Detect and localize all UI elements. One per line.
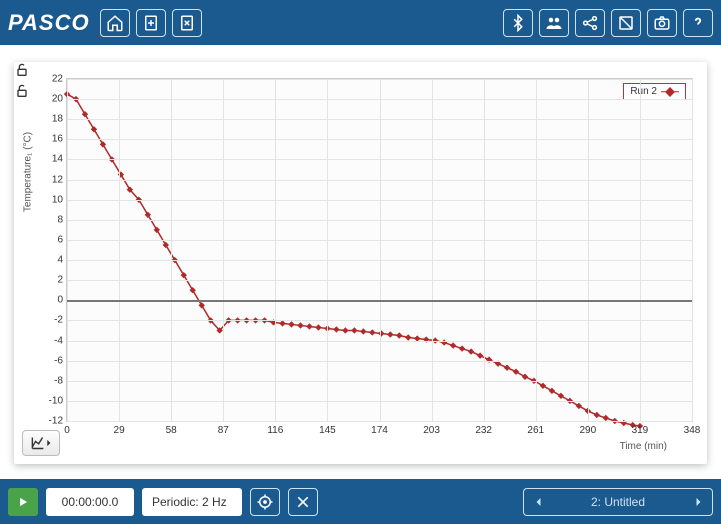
record-button[interactable] xyxy=(8,488,38,516)
sample-rate-button[interactable]: Periodic: 2 Hz xyxy=(142,488,242,516)
x-tick: 174 xyxy=(371,425,388,436)
y-tick: 6 xyxy=(43,234,63,245)
sample-mode-button[interactable] xyxy=(250,488,280,516)
prev-run-button[interactable] xyxy=(523,488,553,516)
y-tick: -10 xyxy=(43,395,63,406)
legend-label: Run 2 xyxy=(630,86,657,97)
help-button[interactable] xyxy=(683,9,713,37)
bottom-toolbar: 00:00:00.0 Periodic: 2 Hz 2: Untitled xyxy=(0,479,721,524)
y-tick: 16 xyxy=(43,134,63,145)
x-tick: 0 xyxy=(64,425,70,436)
x-tick: 232 xyxy=(475,425,492,436)
x-tick: 87 xyxy=(218,425,229,436)
play-icon xyxy=(16,495,30,509)
x-axis-label: Time (min) xyxy=(620,441,667,452)
x-tick: 203 xyxy=(423,425,440,436)
y-tick: 0 xyxy=(43,295,63,306)
x-tick: 29 xyxy=(114,425,125,436)
y-tick: 14 xyxy=(43,154,63,165)
y-tick: -12 xyxy=(43,416,63,427)
x-tick: 58 xyxy=(166,425,177,436)
x-tick: 319 xyxy=(632,425,649,436)
tools-icon xyxy=(295,494,311,510)
y-tick: -8 xyxy=(43,375,63,386)
delete-page-icon xyxy=(178,14,196,32)
run-navigator: 2: Untitled xyxy=(523,488,713,516)
bluetooth-icon xyxy=(509,14,527,32)
plot-area[interactable]: Run 2 0295887116145174203232261290319348… xyxy=(66,78,693,422)
x-tick: 348 xyxy=(684,425,701,436)
bluetooth-button[interactable] xyxy=(503,9,533,37)
y-tick: 18 xyxy=(43,114,63,125)
x-tick: 290 xyxy=(579,425,596,436)
help-icon xyxy=(689,14,707,32)
delete-page-button[interactable] xyxy=(172,9,202,37)
snapshot-button[interactable] xyxy=(647,9,677,37)
next-run-button[interactable] xyxy=(683,488,713,516)
unlock-icon xyxy=(14,83,30,99)
add-page-icon xyxy=(142,14,160,32)
y-tick: 20 xyxy=(43,94,63,105)
y-tick: 22 xyxy=(43,74,63,85)
y-tick: 12 xyxy=(43,174,63,185)
y-axis-label: Temperature₁ (°C) xyxy=(23,132,34,212)
chevron-left-icon xyxy=(533,496,545,508)
share-icon xyxy=(581,14,599,32)
graph-options-button[interactable] xyxy=(22,430,60,456)
y-tick: 10 xyxy=(43,194,63,205)
add-page-button[interactable] xyxy=(136,9,166,37)
share-button[interactable] xyxy=(575,9,605,37)
y-tick: -2 xyxy=(43,315,63,326)
sensor-tools-button[interactable] xyxy=(288,488,318,516)
current-run-label[interactable]: 2: Untitled xyxy=(553,488,683,516)
y-tick: 2 xyxy=(43,275,63,286)
target-icon xyxy=(256,493,274,511)
top-toolbar: PASCO xyxy=(0,0,721,45)
y-tick: 4 xyxy=(43,255,63,266)
journal-icon xyxy=(617,14,635,32)
graph-options-icon xyxy=(30,435,52,451)
home-button[interactable] xyxy=(100,9,130,37)
unlock-icon xyxy=(14,62,30,78)
class-button[interactable] xyxy=(539,9,569,37)
legend-marker-icon xyxy=(661,88,679,96)
x-tick: 145 xyxy=(319,425,336,436)
camera-icon xyxy=(653,14,671,32)
class-icon xyxy=(545,14,563,32)
legend[interactable]: Run 2 xyxy=(623,83,686,100)
x-tick: 116 xyxy=(267,425,283,436)
x-tick: 261 xyxy=(527,425,544,436)
chart-panel: Temperature₁ (°C) Run 2 0295887116145174… xyxy=(14,62,707,464)
y-tick: -6 xyxy=(43,355,63,366)
chevron-right-icon xyxy=(692,496,704,508)
journal-button[interactable] xyxy=(611,9,641,37)
elapsed-time-display: 00:00:00.0 xyxy=(46,488,134,516)
brand-logo: PASCO xyxy=(8,10,90,36)
home-icon xyxy=(106,14,124,32)
y-tick: 8 xyxy=(43,214,63,225)
y-tick: -4 xyxy=(43,335,63,346)
